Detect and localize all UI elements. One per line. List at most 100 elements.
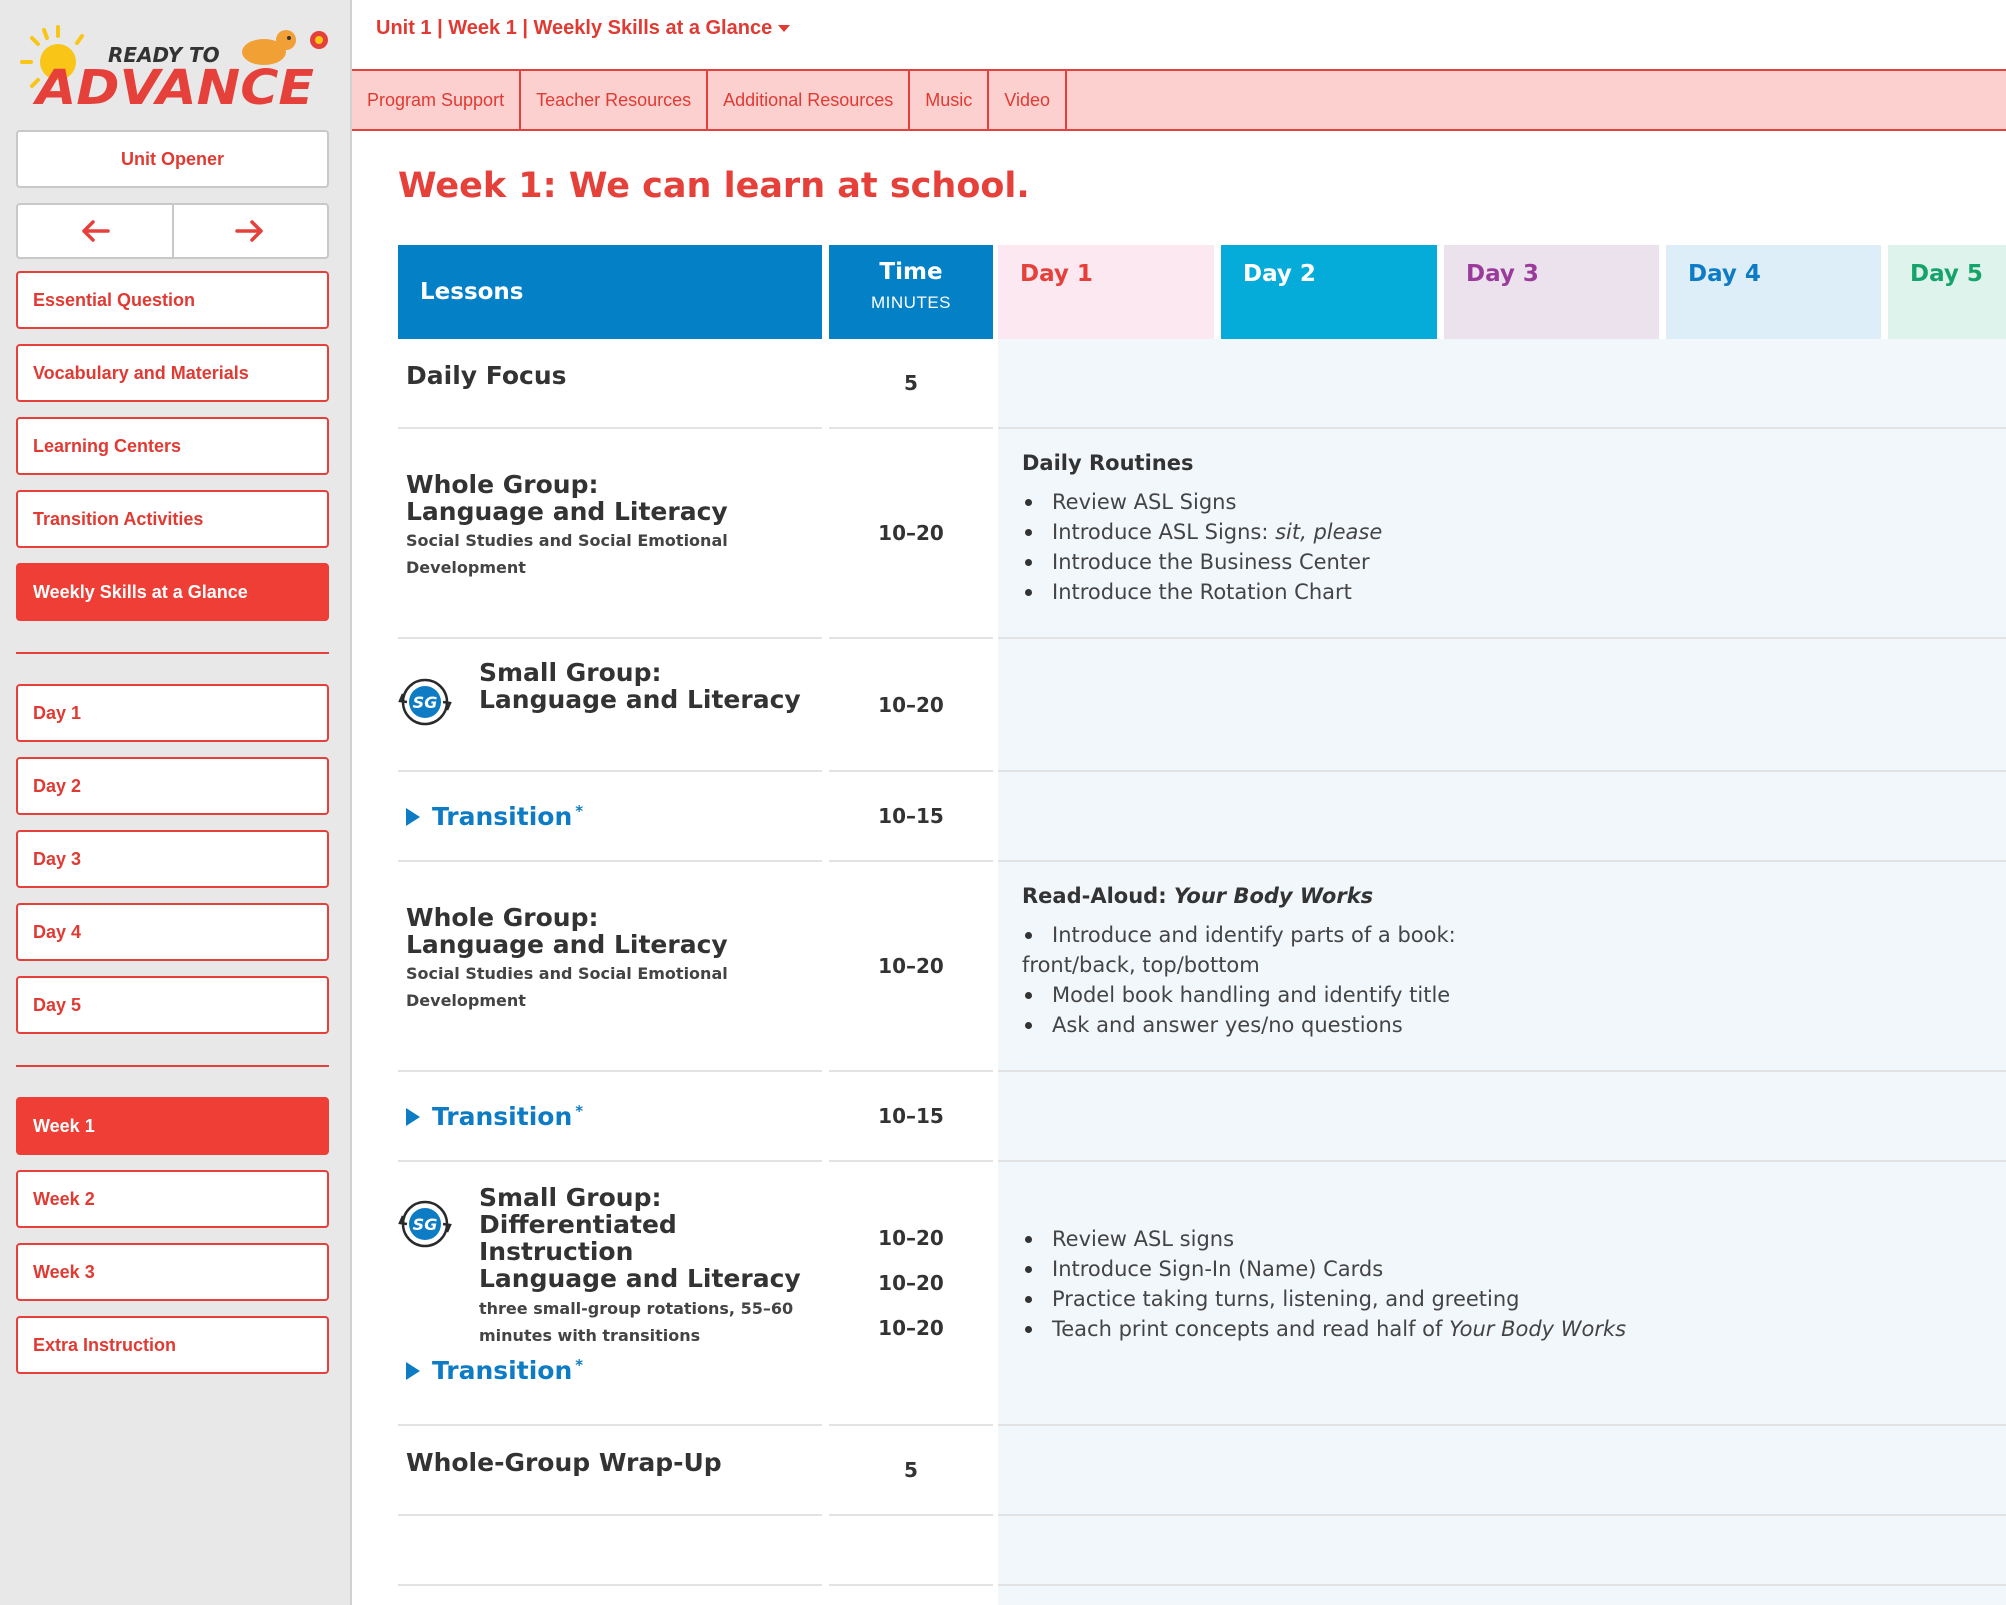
svg-text:SG: SG: [413, 693, 438, 712]
time-value: 5: [829, 339, 993, 429]
bullet-item: Ask and answer yes/no questions: [1022, 1010, 1982, 1040]
sidebar-item-day-1[interactable]: Day 1: [16, 684, 329, 742]
page-title: Week 1: We can learn at school.: [398, 166, 1030, 206]
sidebar-item-extra-instruction[interactable]: Extra Instruction: [16, 1316, 329, 1374]
tab-additional-resources[interactable]: Additional Resources: [708, 71, 911, 129]
tab-day-3[interactable]: Day 3: [1444, 245, 1659, 339]
play-triangle-icon: [406, 807, 420, 826]
footnote-mark: *: [575, 1101, 584, 1120]
tab-day-1[interactable]: Day 1: [998, 245, 1214, 339]
lesson-title-block: Small Group: Differentiated Instruction …: [479, 1184, 801, 1349]
sidebar-item-day-3[interactable]: Day 3: [16, 830, 329, 888]
play-triangle-icon: [406, 1107, 420, 1126]
day-cell: Read-Aloud: Your Body Works Introduce an…: [998, 862, 2006, 1072]
lesson-title: Whole Group:: [406, 470, 599, 499]
tab-teacher-resources[interactable]: Teacher Resources: [521, 71, 709, 129]
sidebar-item-week-1[interactable]: Week 1: [16, 1097, 329, 1155]
day-cell: [998, 1072, 2006, 1162]
bullet-item: Practice taking turns, listening, and gr…: [1022, 1284, 1626, 1314]
transition-label: Transition: [432, 1356, 573, 1385]
lesson-title-block: Whole Group: Language and Literacy Socia…: [406, 471, 728, 581]
bullet-item: Introduce ASL Signs: sit, please: [1022, 517, 1382, 547]
day-cell: [998, 339, 2006, 429]
sidebar-item-day-5[interactable]: Day 5: [16, 976, 329, 1034]
bullet-continuation: front/back, top/bottom: [1022, 953, 1260, 977]
day-cell-title: Read-Aloud: Your Body Works: [1022, 884, 1374, 908]
time-value: 10–20: [829, 862, 993, 1072]
resource-tab-bar: Program Support Teacher Resources Additi…: [352, 69, 2006, 131]
lesson-small-group-differentiated: SG Small Group: Differentiated Instructi…: [398, 1162, 822, 1426]
lesson-wrap-up: Whole-Group Wrap-Up: [398, 1426, 822, 1516]
star-badge-icon: [310, 31, 328, 49]
arrow-left-icon: [82, 220, 110, 242]
lesson-title: Daily Focus: [406, 361, 567, 390]
caret-down-icon: [778, 24, 791, 32]
day-cell: [998, 1586, 2006, 1605]
lesson-subtitle: three small-group rotations, 55–60: [479, 1299, 794, 1318]
day-cell-title: Daily Routines: [1022, 451, 1194, 475]
bullet-list: Review ASL Signs Introduce ASL Signs: si…: [1022, 487, 1382, 607]
sidebar-item-week-2[interactable]: Week 2: [16, 1170, 329, 1228]
sidebar-item-vocabulary-materials[interactable]: Vocabulary and Materials: [16, 344, 329, 402]
lesson-subtitle: minutes with transitions: [479, 1326, 701, 1345]
next-page-button[interactable]: [171, 205, 328, 257]
tab-day-5[interactable]: Day 5: [1888, 245, 2006, 339]
lesson-title-block: Whole Group: Language and Literacy Socia…: [406, 904, 728, 1014]
footnote-mark: *: [575, 801, 584, 820]
day-cell: [998, 772, 2006, 862]
lesson-subtitle: Social Studies and Social Emotional: [406, 531, 728, 550]
day-content: Daily Routines Review ASL Signs Introduc…: [1022, 451, 1382, 607]
lesson-subtitle: Development: [406, 991, 526, 1010]
lesson-whole-group: Whole Group: Language and Literacy Socia…: [398, 862, 822, 1072]
lesson-transition: Transition *: [398, 772, 822, 862]
breadcrumb-dropdown[interactable]: Unit 1 | Week 1 | Weekly Skills at a Gla…: [376, 14, 791, 42]
svg-text:SG: SG: [413, 1215, 438, 1234]
bullet-item: Model book handling and identify title: [1022, 980, 1982, 1010]
bullet-list: Model book handling and identify title A…: [1022, 980, 1982, 1040]
header-time: Time MINUTES: [829, 245, 993, 339]
tab-video[interactable]: Video: [989, 71, 1067, 129]
lesson-title: Language and Literacy: [406, 497, 728, 526]
lesson-small-group: SG Small Group: Language and Literacy: [398, 639, 822, 772]
transition-label: Transition: [432, 802, 573, 831]
day-cell: [998, 1516, 2006, 1586]
time-value: 10–15: [829, 1072, 993, 1162]
day-content: Read-Aloud: Your Body Works Introduce an…: [1022, 884, 1982, 1040]
transition-link[interactable]: Transition *: [406, 802, 583, 831]
tab-program-support[interactable]: Program Support: [352, 71, 522, 129]
prev-next-nav: [16, 203, 329, 259]
sidebar-item-weekly-skills[interactable]: Weekly Skills at a Glance: [16, 563, 329, 621]
lesson-title-block: Small Group: Language and Literacy: [479, 659, 801, 713]
transition-link[interactable]: Transition *: [406, 1356, 583, 1385]
sidebar-item-essential-question[interactable]: Essential Question: [16, 271, 329, 329]
ready-to-advance-logo[interactable]: READY TO ADVANCE: [16, 22, 334, 112]
time-cell: 10–20 10–20 10–20: [829, 1162, 993, 1426]
unit-opener-button[interactable]: Unit Opener: [16, 130, 329, 188]
sidebar-item-day-2[interactable]: Day 2: [16, 757, 329, 815]
header-time-label: Time: [879, 259, 943, 285]
prev-page-button[interactable]: [18, 205, 172, 257]
transition-link[interactable]: Transition *: [406, 1102, 583, 1131]
time-value: 10–20: [878, 1316, 944, 1340]
lesson-title: Instruction: [479, 1237, 634, 1266]
sidebar-divider: [16, 652, 329, 654]
time-value: 10–20: [878, 1271, 944, 1295]
sidebar-item-day-4[interactable]: Day 4: [16, 903, 329, 961]
sidebar: READY TO ADVANCE Unit Opener Essential Q…: [0, 0, 352, 1605]
tab-music[interactable]: Music: [910, 71, 990, 129]
sidebar-divider: [16, 1065, 329, 1067]
sidebar-item-transition-activities[interactable]: Transition Activities: [16, 490, 329, 548]
sidebar-item-week-3[interactable]: Week 3: [16, 1243, 329, 1301]
tab-day-4[interactable]: Day 4: [1666, 245, 1881, 339]
lesson-whole-group: Whole Group: Language and Literacy Socia…: [398, 429, 822, 639]
bullet-item: Review ASL Signs: [1022, 487, 1382, 517]
day-cell: Daily Routines Review ASL Signs Introduc…: [998, 429, 2006, 639]
bullet-list: Review ASL signs Introduce Sign-In (Name…: [1022, 1224, 1626, 1344]
time-value: 5: [829, 1426, 993, 1516]
sidebar-item-learning-centers[interactable]: Learning Centers: [16, 417, 329, 475]
time-value: 10–15: [829, 772, 993, 862]
day-cell: [998, 1426, 2006, 1516]
time-value: 10–20: [829, 639, 993, 772]
tab-day-2[interactable]: Day 2: [1221, 245, 1437, 339]
header-lessons: Lessons: [398, 245, 822, 339]
